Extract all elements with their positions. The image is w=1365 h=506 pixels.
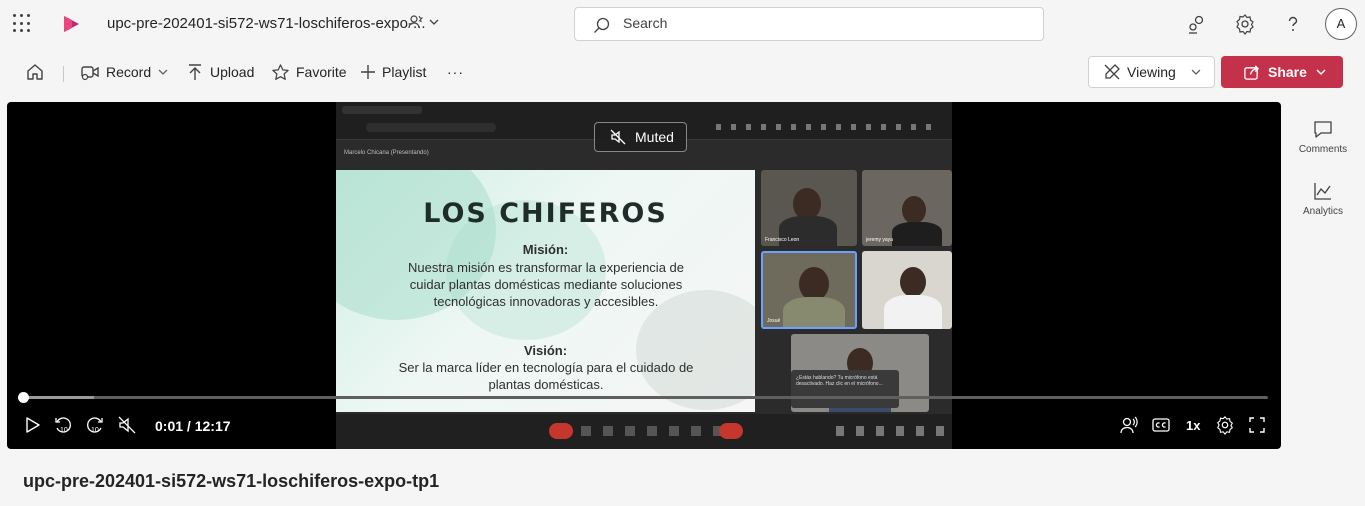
- slide-title: LOS CHIFEROS: [423, 198, 668, 229]
- time-separator: /: [183, 418, 195, 434]
- transcript-person-icon: [1120, 416, 1138, 434]
- play-button[interactable]: [23, 416, 41, 434]
- search-input[interactable]: [623, 15, 1003, 31]
- share-button[interactable]: Share: [1221, 56, 1343, 88]
- upload-icon: [189, 64, 201, 80]
- forward-10-icon: 10: [87, 417, 103, 434]
- rewind-10-icon: 10: [55, 417, 71, 434]
- more-icon: ···: [447, 64, 464, 80]
- share-label: Share: [1268, 64, 1307, 80]
- playlist-label: Playlist: [382, 64, 427, 80]
- edit-off-icon: [1104, 64, 1120, 80]
- title-actions[interactable]: [408, 14, 440, 30]
- share-icon: [1244, 64, 1260, 80]
- record-camera-icon: [81, 66, 99, 81]
- star-icon: [272, 63, 289, 80]
- playback-speed-button[interactable]: 1x: [1186, 416, 1200, 434]
- mic-toast: ¿Estás hablando? Tu micrófono está desac…: [791, 370, 899, 408]
- comments-button[interactable]: Comments: [1288, 118, 1358, 155]
- mission-heading: Misión:: [522, 242, 569, 257]
- presenter-label: Marcelo Chicana (Presentando): [344, 150, 429, 156]
- favorite-label: Favorite: [296, 64, 347, 80]
- seek-bar[interactable]: [24, 396, 1268, 399]
- muted-button[interactable]: Muted: [594, 122, 687, 152]
- skip-forward-value: 10: [91, 427, 99, 434]
- comment-icon: [1314, 121, 1332, 138]
- current-time: 0:01: [155, 418, 184, 434]
- participant-tile: jeremy yaya: [862, 170, 952, 246]
- playlist-button[interactable]: Playlist: [360, 60, 426, 84]
- volume-button[interactable]: [117, 416, 137, 434]
- meet-controls-bar: [336, 414, 952, 449]
- document-title[interactable]: upc-pre-202401-si572-ws71-loschiferos-ex…: [107, 15, 426, 32]
- home-icon: [27, 64, 43, 80]
- chevron-down-icon: [158, 69, 168, 75]
- mission-text: Nuestra misión es transformar la experie…: [407, 260, 684, 309]
- skip-forward-button[interactable]: 10: [85, 416, 105, 434]
- slide: LOS CHIFEROS Misión: Nuestra misión es t…: [336, 170, 755, 412]
- stream-app-icon[interactable]: [60, 13, 82, 40]
- time-display: 0:01 / 12:17: [155, 418, 231, 434]
- analytics-chart-icon: [1314, 183, 1331, 200]
- speaker-muted-icon: [118, 416, 136, 434]
- closed-captions-icon: [1152, 418, 1170, 432]
- upload-label: Upload: [210, 64, 255, 80]
- speaker-muted-icon: [610, 129, 626, 145]
- app-launcher-icon[interactable]: [13, 14, 33, 34]
- upload-button[interactable]: Upload: [186, 60, 254, 84]
- participant-name: jeremy yaya: [866, 237, 893, 243]
- viewing-mode-button[interactable]: Viewing: [1088, 56, 1215, 88]
- settings-gear-icon[interactable]: [1234, 13, 1256, 35]
- captions-button[interactable]: [1151, 416, 1171, 434]
- vision-heading: Visión:: [523, 343, 568, 358]
- share-people-icon[interactable]: [408, 14, 424, 30]
- chevron-down-icon[interactable]: [428, 16, 440, 28]
- player-settings-button[interactable]: [1215, 416, 1235, 435]
- skip-back-button[interactable]: 10: [53, 416, 73, 434]
- favorite-button[interactable]: Favorite: [271, 60, 347, 84]
- buffered-bar: [24, 396, 94, 399]
- fullscreen-button[interactable]: [1248, 416, 1266, 434]
- search-icon: [594, 17, 610, 33]
- search-box[interactable]: [574, 7, 1044, 41]
- seek-handle[interactable]: [18, 392, 29, 403]
- record-label: Record: [106, 64, 152, 80]
- total-time: 12:17: [194, 418, 231, 434]
- participant-tile: Josué: [761, 251, 857, 329]
- comments-label: Comments: [1298, 144, 1348, 155]
- record-button[interactable]: Record: [80, 60, 169, 84]
- more-options-button[interactable]: ···: [447, 60, 464, 84]
- top-bar: upc-pre-202401-si572-ws71-loschiferos-ex…: [0, 0, 1365, 48]
- fullscreen-icon: [1249, 417, 1265, 433]
- skip-back-value: 10: [60, 427, 68, 434]
- muted-label: Muted: [635, 129, 674, 145]
- chevron-down-icon: [1191, 69, 1201, 75]
- analytics-button[interactable]: Analytics: [1288, 180, 1358, 217]
- viewing-label: Viewing: [1127, 64, 1176, 80]
- analytics-label: Analytics: [1302, 206, 1343, 217]
- avatar[interactable]: A: [1325, 8, 1357, 40]
- plus-icon: [361, 65, 375, 79]
- toolbar-divider: [63, 66, 64, 82]
- participant-tile: Francisco Leon: [761, 170, 857, 246]
- settings-gear-icon: [1217, 416, 1233, 435]
- play-icon: [26, 417, 40, 433]
- home-button[interactable]: [25, 60, 45, 84]
- participant-tile: [862, 251, 952, 329]
- feedback-people-icon[interactable]: [1186, 13, 1208, 35]
- video-player[interactable]: Marcelo Chicana (Presentando) LOS CHIFER…: [7, 102, 1281, 449]
- video-title: upc-pre-202401-si572-ws71-loschiferos-ex…: [23, 471, 440, 491]
- help-icon[interactable]: [1282, 13, 1304, 35]
- chevron-down-icon: [1316, 69, 1326, 76]
- vision-text: Ser la marca líder en tecnología para el…: [398, 360, 694, 392]
- participant-name: Francisco Leon: [765, 237, 800, 243]
- live-transcript-button[interactable]: [1119, 416, 1139, 434]
- participant-name: Josué: [767, 318, 781, 324]
